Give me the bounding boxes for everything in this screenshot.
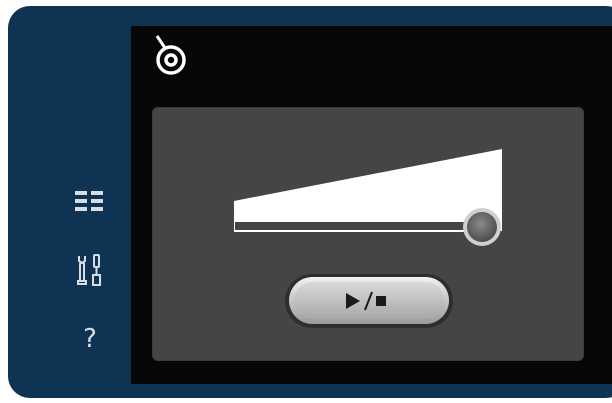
thread-spool-icon[interactable] bbox=[153, 34, 189, 76]
menu-list-icon bbox=[75, 191, 103, 211]
speed-slider[interactable] bbox=[234, 149, 508, 259]
wrench-screwdriver-icon bbox=[77, 254, 101, 286]
main-screen bbox=[131, 26, 612, 384]
play-stop-button[interactable] bbox=[284, 273, 454, 329]
slider-track bbox=[234, 220, 497, 232]
help-button[interactable]: ? bbox=[64, 317, 116, 361]
slider-knob[interactable] bbox=[463, 208, 501, 246]
speed-panel bbox=[152, 107, 584, 361]
device-bezel: ? bbox=[8, 6, 612, 398]
menu-button[interactable] bbox=[64, 180, 116, 224]
help-icon: ? bbox=[83, 324, 97, 354]
speed-ramp bbox=[234, 149, 502, 231]
settings-button[interactable] bbox=[64, 248, 116, 292]
